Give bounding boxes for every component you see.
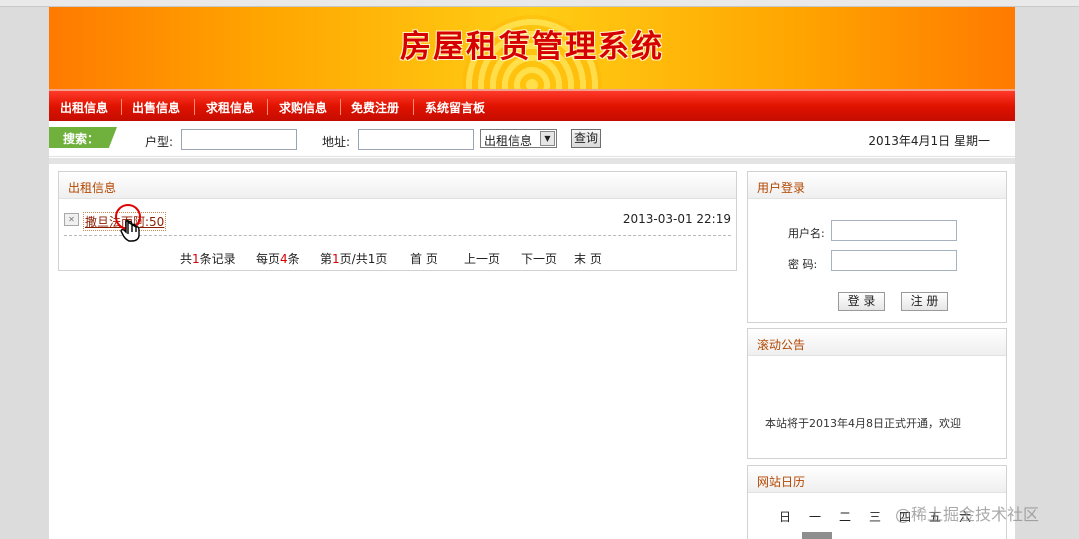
- scrolling-notice-text: 本站将于2013年4月8日正式开通，欢迎: [765, 417, 961, 430]
- nav-separator: [121, 99, 122, 115]
- query-button[interactable]: 查询: [571, 129, 601, 148]
- register-button[interactable]: 注 册: [901, 292, 948, 311]
- section-divider: [49, 158, 1015, 164]
- watermark: @稀土掘金技术社区: [895, 505, 1040, 524]
- rental-list-title: 出租信息: [59, 172, 736, 199]
- list-item: ✕ 撒旦法而阿:50 2013-03-01 22:19: [64, 212, 731, 236]
- rental-list-panel: 出租信息 ✕ 撒旦法而阿:50 2013-03-01 22:19 共1条记录 每…: [58, 171, 737, 271]
- address-label: 地址:: [322, 135, 351, 149]
- password-label: 密 码:: [788, 258, 818, 271]
- username-input[interactable]: [831, 220, 957, 241]
- pager-page-info: 第1页/共1页: [320, 252, 388, 266]
- nav-item-register[interactable]: 免费注册: [351, 99, 399, 116]
- category-select-value: 出租信息: [484, 134, 533, 148]
- pagination: 共1条记录 每页4条 第1页/共1页 首 页 上一页 下一页 末 页: [59, 250, 736, 268]
- password-input[interactable]: [831, 250, 957, 271]
- current-date: 2013年4月1日 星期一: [868, 134, 990, 148]
- nav-separator: [267, 99, 268, 115]
- click-highlight-cursor-icon: [115, 204, 141, 242]
- search-bar: 搜索： 户型: 地址: 出租信息 ▼ 查询 2013年4月1日 星期一: [49, 123, 1015, 157]
- nav-item-sale-info[interactable]: 出售信息: [132, 99, 180, 116]
- username-label: 用户名:: [788, 227, 825, 240]
- nav-item-message-board[interactable]: 系统留言板: [425, 99, 485, 116]
- site-banner: 房屋租赁管理系统: [49, 7, 1015, 89]
- notice-title: 滚动公告: [748, 329, 1006, 356]
- listing-time: 2013-03-01 22:19: [622, 212, 731, 226]
- pager-prev-link[interactable]: 上一页: [464, 250, 500, 267]
- nav-item-rent-info[interactable]: 出租信息: [60, 99, 108, 116]
- main-nav: 出租信息 出售信息 求租信息 求购信息 免费注册 系统留言板: [49, 89, 1015, 121]
- pager-total: 共1条记录: [180, 252, 236, 266]
- broken-image-icon: ✕: [64, 213, 79, 226]
- calendar-title: 网站日历: [748, 466, 1006, 493]
- chevron-down-icon[interactable]: ▼: [540, 131, 555, 146]
- notice-panel: 滚动公告 本站将于2013年4月8日正式开通，欢迎: [747, 328, 1007, 459]
- weekday-label: 一: [809, 510, 822, 524]
- nav-item-want-buy[interactable]: 求购信息: [279, 99, 327, 116]
- type-input[interactable]: [181, 129, 297, 150]
- login-title: 用户登录: [748, 172, 1006, 199]
- nav-separator: [340, 99, 341, 115]
- address-input[interactable]: [358, 129, 474, 150]
- calendar-cell-marker: [802, 532, 832, 539]
- weekday-label: 日: [779, 510, 792, 524]
- weekday-label: 二: [839, 510, 852, 524]
- pager-next-link[interactable]: 下一页: [521, 250, 557, 267]
- login-button[interactable]: 登 录: [838, 292, 885, 311]
- nav-item-want-rent[interactable]: 求租信息: [206, 99, 254, 116]
- weekday-label: 三: [869, 510, 882, 524]
- login-panel: 用户登录 用户名: 密 码: 登 录 注 册: [747, 171, 1007, 323]
- browser-top-edge: [0, 0, 1079, 7]
- pager-last-link[interactable]: 末 页: [574, 250, 602, 267]
- search-tag: 搜索：: [49, 127, 117, 148]
- page-container: 房屋租赁管理系统 出租信息 出售信息 求租信息 求购信息 免费注册 系统留言板 …: [49, 7, 1015, 539]
- pager-per-page: 每页4条: [256, 252, 300, 266]
- site-title: 房屋租赁管理系统: [400, 29, 664, 65]
- category-select[interactable]: 出租信息 ▼: [480, 129, 557, 148]
- nav-separator: [194, 99, 195, 115]
- pager-first-link[interactable]: 首 页: [410, 250, 438, 267]
- type-label: 户型:: [145, 135, 174, 149]
- nav-separator: [413, 99, 414, 115]
